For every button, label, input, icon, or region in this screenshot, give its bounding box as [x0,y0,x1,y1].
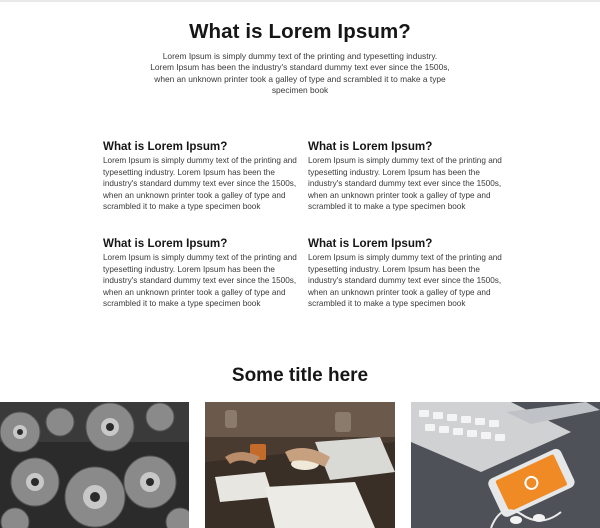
hero-title: What is Lorem Ipsum? [189,20,411,43]
image-gallery [0,402,600,528]
feature-card: What is Lorem Ipsum? Lorem Ipsum is simp… [308,237,503,310]
meeting-image [205,402,395,528]
hero-section: What is Lorem Ipsum? Lorem Ipsum is simp… [0,20,600,97]
feature-title: What is Lorem Ipsum? [103,236,228,250]
feature-card: What is Lorem Ipsum? Lorem Ipsum is simp… [308,140,503,213]
feature-card: What is Lorem Ipsum? Lorem Ipsum is simp… [103,237,298,310]
feature-text: Lorem Ipsum is simply dummy text of the … [103,252,297,309]
feature-text: Lorem Ipsum is simply dummy text of the … [103,156,297,212]
top-border [0,0,600,2]
gallery-title: Some title here [231,365,369,386]
feature-text: Lorem Ipsum is simply dummy text of the … [308,156,502,212]
keyboard-phone-image [411,402,600,528]
hero-text: Lorem Ipsum is simply dummy text of the … [150,51,450,96]
feature-title: What is Lorem Ipsum? [103,140,228,153]
feature-card: What is Lorem Ipsum? Lorem Ipsum is simp… [103,140,298,213]
feature-text: Lorem Ipsum is simply dummy text of the … [308,252,502,309]
features-grid: What is Lorem Ipsum? Lorem Ipsum is simp… [103,140,503,310]
gears-image [0,402,189,528]
feature-title: What is Lorem Ipsum? [308,236,433,250]
feature-title: What is Lorem Ipsum? [308,140,433,153]
